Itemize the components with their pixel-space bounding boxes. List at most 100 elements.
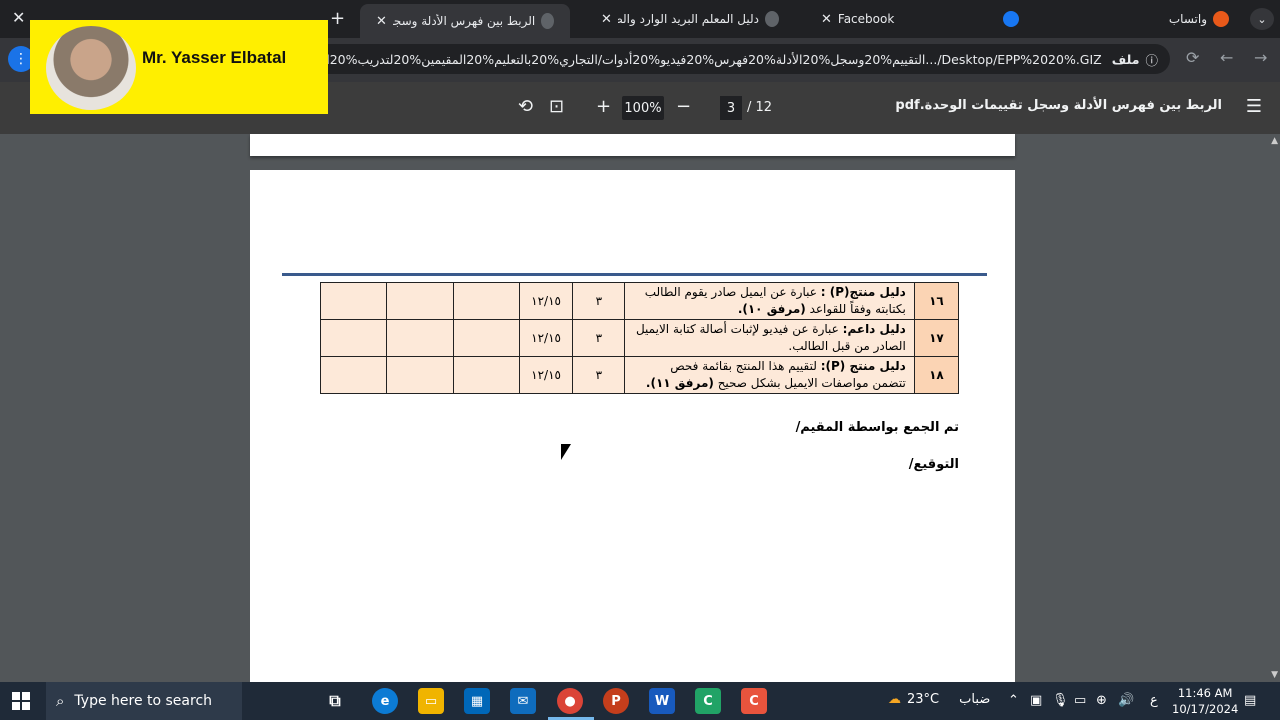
evidence-table: ١٦ دليل منتج(P) : عبارة عن ايميل صادر يق…: [319, 282, 960, 394]
cell-empty: [319, 319, 388, 357]
rotate-icon[interactable]: ⟲: [518, 96, 533, 117]
forward-icon[interactable]: →: [1254, 48, 1267, 67]
signature-label: التوقيع/: [908, 457, 959, 472]
fit-page-icon[interactable]: ⊡: [549, 96, 564, 117]
page-total: / 12: [747, 100, 773, 115]
clock-time: 11:46 AM: [1177, 686, 1233, 700]
reload-icon[interactable]: ⟳: [1186, 48, 1199, 67]
row-description: دليل منتج (P): لتقييم هذا المنتج بقائمة …: [624, 356, 915, 394]
notifications-icon[interactable]: ▤: [1244, 693, 1256, 708]
tab-search-chevron-icon[interactable]: ⌄: [1250, 8, 1274, 30]
desc-bold: دليل منتج (P):: [820, 359, 906, 373]
store-icon[interactable]: ▦: [464, 688, 490, 714]
recorder-icon[interactable]: C: [741, 688, 767, 714]
current-page: ١٦ دليل منتج(P) : عبارة عن ايميل صادر يق…: [250, 170, 1015, 682]
table-row: ١٦ دليل منتج(P) : عبارة عن ايميل صادر يق…: [319, 282, 960, 320]
table-row: ١٨ دليل منتج (P): لتقييم هذا المنتج بقائ…: [319, 356, 960, 394]
language-indicator[interactable]: ع: [1150, 693, 1158, 708]
mouse-cursor-icon: [561, 444, 571, 460]
close-icon[interactable]: ✕: [821, 12, 832, 27]
collected-by-label: تم الجمع بواسطة المقيم/: [795, 420, 959, 435]
close-icon[interactable]: ✕: [601, 12, 612, 27]
tab-label: الربط بين فهرس الأدلة وسجل تقييم: [393, 14, 536, 28]
zoom-level-field[interactable]: 100%: [622, 96, 664, 120]
cell-empty: [319, 282, 388, 320]
presenter-name: Mr. Yasser Elbatal: [142, 48, 287, 67]
cell-count: ٣: [572, 282, 626, 320]
pdf-viewer[interactable]: ١٦ دليل منتج(P) : عبارة عن ايميل صادر يق…: [0, 134, 1280, 682]
microphone-icon[interactable]: 🎙: [1052, 693, 1069, 708]
back-icon[interactable]: ←: [1220, 48, 1233, 67]
scheme-label: ملف: [1111, 51, 1140, 67]
mail-icon[interactable]: ✉: [510, 688, 536, 714]
tab-label: Facebook: [837, 12, 895, 26]
search-icon: ⌕: [56, 692, 65, 710]
cell-score: ١٢/١٥: [518, 282, 574, 320]
camtasia-icon[interactable]: C: [695, 688, 721, 714]
page-number-field[interactable]: 3: [720, 96, 742, 120]
meet-icon[interactable]: ▣: [1030, 693, 1042, 708]
tab-evidence-index[interactable]: الربط بين فهرس الأدلة وسجل تقييم ✕: [360, 4, 570, 38]
powerpoint-icon[interactable]: P: [603, 688, 629, 714]
url-text: Desktop/EPP%2020%.GIZ/...التقييم%20وسجل%…: [294, 51, 1102, 67]
window-close-icon[interactable]: ✕: [12, 8, 25, 27]
chevron-up-icon[interactable]: ⌃: [1008, 693, 1019, 708]
search-placeholder: Type here to search: [74, 693, 213, 709]
cell-count: ٣: [572, 356, 626, 394]
hamburger-menu-icon[interactable]: ☰: [1246, 96, 1262, 117]
close-icon[interactable]: ✕: [376, 14, 387, 29]
cell-empty: [319, 356, 388, 394]
facebook-icon: [1003, 11, 1019, 27]
weather-desc: ضباب: [959, 692, 991, 707]
task-view-icon[interactable]: ⧉: [322, 688, 348, 714]
desc-tail: (مرفق ١٠).: [737, 302, 806, 316]
network-icon[interactable]: ⊕: [1096, 693, 1107, 708]
volume-icon[interactable]: 🔊: [1118, 693, 1134, 708]
clock-date: 10/17/2024: [1172, 702, 1239, 716]
windows-start-icon[interactable]: [12, 692, 30, 710]
cell-empty: [386, 282, 454, 320]
edge-icon[interactable]: e: [372, 688, 398, 714]
weather-icon: ☁: [888, 692, 901, 707]
cell-score: ١٢/١٥: [518, 319, 574, 357]
presenter-avatar: [46, 26, 136, 110]
header-divider: [282, 273, 987, 276]
battery-icon[interactable]: ▭: [1074, 693, 1086, 708]
word-icon[interactable]: W: [649, 688, 675, 714]
row-description: دليل منتج(P) : عبارة عن ايميل صادر يقوم …: [624, 282, 915, 320]
zoom-in-icon[interactable]: +: [596, 96, 611, 117]
presenter-webcam: Mr. Yasser Elbatal: [30, 20, 328, 114]
tab-teacher-guide[interactable]: دليل المعلم البريد الوارد والصادر ✕: [585, 4, 795, 34]
cell-empty: [452, 282, 520, 320]
weather-widget[interactable]: ☁ 23°C ضباب: [888, 692, 990, 707]
globe-icon: [765, 11, 779, 27]
row-description: دليل داعم: عبارة عن فيديو لإثبات أصالة ك…: [624, 319, 915, 357]
zoom-out-icon[interactable]: −: [676, 96, 691, 117]
cell-empty: [386, 319, 454, 357]
row-number: ١٧: [913, 319, 960, 357]
clock[interactable]: 11:46 AM 10/17/2024: [1172, 685, 1238, 717]
desc-tail: (مرفق ١١).: [645, 376, 714, 390]
whatsapp-notification-icon: [1213, 11, 1229, 27]
tab-facebook[interactable]: ✕ Facebook: [805, 4, 1035, 34]
taskbar: ⌕ Type here to search ⧉ e ▭ ▦ ✉ ● P W C …: [0, 682, 1280, 720]
row-number: ١٦: [913, 282, 960, 320]
scroll-down-icon[interactable]: ▼: [1271, 670, 1278, 680]
new-tab-button[interactable]: +: [330, 8, 345, 29]
tab-label: واتساب: [1168, 12, 1207, 26]
info-icon[interactable]: ⓘ: [1145, 50, 1158, 69]
tab-whatsapp[interactable]: واتساب: [1045, 4, 1245, 34]
desc-bold: دليل داعم:: [842, 322, 906, 336]
pdf-title: الربط بين فهرس الأدلة وسجل تقييمات الوحد…: [895, 98, 1222, 113]
globe-icon: [541, 13, 554, 29]
cell-empty: [452, 319, 520, 357]
cell-empty: [452, 356, 520, 394]
cell-score: ١٢/١٥: [518, 356, 574, 394]
cell-empty: [386, 356, 454, 394]
table-row: ١٧ دليل داعم: عبارة عن فيديو لإثبات أصال…: [319, 319, 960, 357]
file-explorer-icon[interactable]: ▭: [418, 688, 444, 714]
scroll-up-icon[interactable]: ▲: [1271, 136, 1278, 146]
taskbar-search-input[interactable]: ⌕ Type here to search: [46, 682, 242, 720]
chrome-icon[interactable]: ●: [557, 688, 583, 714]
weather-temp: 23°C: [907, 692, 940, 707]
